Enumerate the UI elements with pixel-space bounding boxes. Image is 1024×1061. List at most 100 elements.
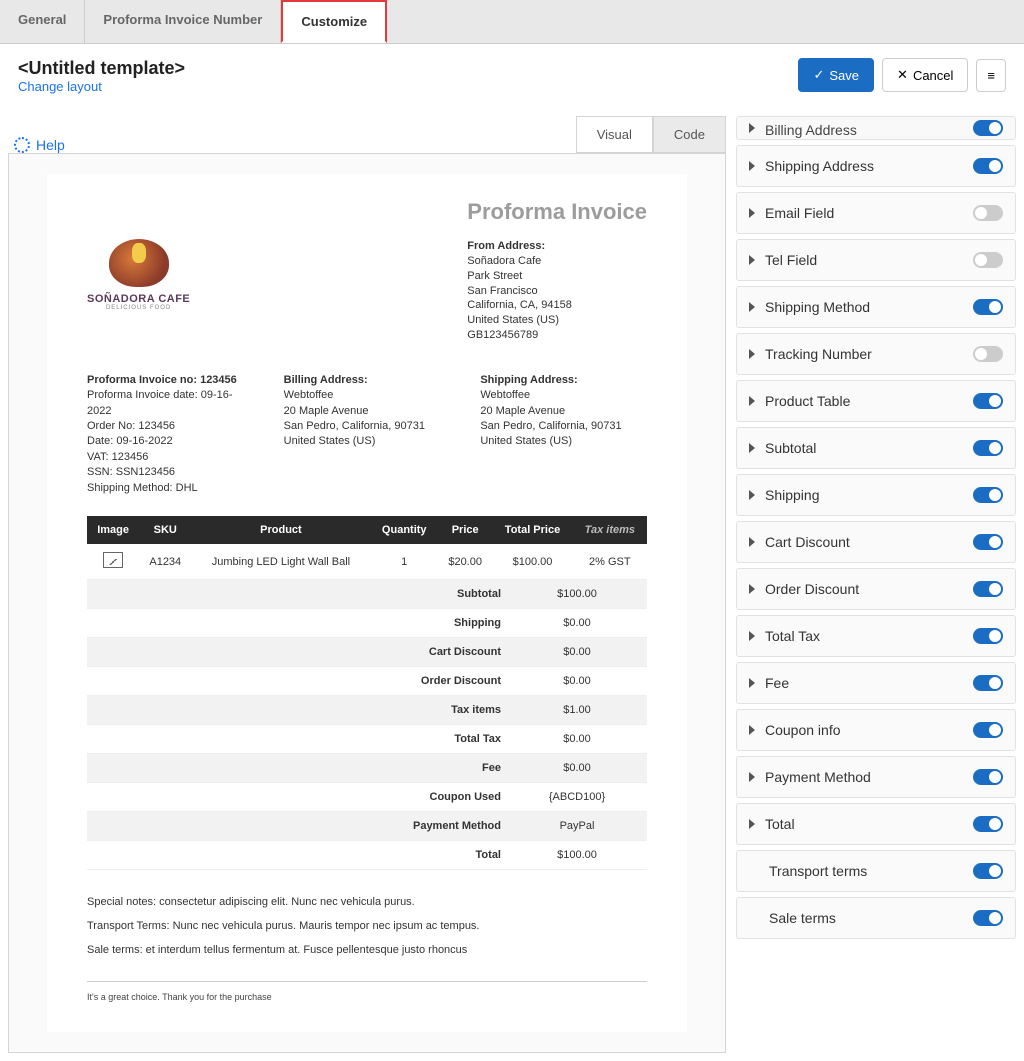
toggle-email-field[interactable]: [973, 205, 1003, 221]
toggle-total[interactable]: [973, 816, 1003, 832]
order-date: Date: 09-16-2022: [87, 434, 254, 449]
toggle-shipping-address[interactable]: [973, 158, 1003, 174]
cancel-label: Cancel: [913, 68, 953, 83]
tab-customize[interactable]: Customize: [281, 0, 387, 43]
caret-right-icon: [749, 725, 755, 735]
th-tax-items: Tax items: [573, 516, 647, 544]
menu-button[interactable]: ≡: [976, 59, 1006, 92]
sum-taxitems-label: Tax items: [87, 696, 507, 725]
sum-orderdiscount-label: Order Discount: [87, 667, 507, 696]
bill-line: San Pedro, California, 90731: [284, 419, 451, 434]
toggle-tracking-number[interactable]: [973, 346, 1003, 362]
from-line: Soñadora Cafe: [467, 254, 647, 269]
cancel-button[interactable]: ✕ Cancel: [882, 58, 968, 92]
cell-product: Jumbing LED Light Wall Ball: [191, 544, 370, 580]
view-tab-visual[interactable]: Visual: [576, 116, 653, 153]
caret-right-icon: [749, 584, 755, 594]
bill-line: 20 Maple Avenue: [284, 404, 451, 419]
top-tabs-bar: General Proforma Invoice Number Customiz…: [0, 0, 1024, 44]
thank-you-text: It's a great choice. Thank you for the p…: [87, 981, 647, 1002]
tab-general[interactable]: General: [0, 0, 85, 43]
caret-right-icon: [749, 396, 755, 406]
ship-line: Webtoffee: [480, 388, 647, 403]
cell-sku: A1234: [139, 544, 191, 580]
tab-proforma-invoice-number[interactable]: Proforma Invoice Number: [85, 0, 281, 43]
notes-block: Special notes: consectetur adipiscing el…: [87, 890, 647, 963]
view-tab-code[interactable]: Code: [653, 116, 726, 153]
billing-address: Billing Address: Webtoffee 20 Maple Aven…: [284, 373, 451, 496]
toggle-sale-terms[interactable]: [973, 910, 1003, 926]
options-panel: Billing Address Shipping Address Email F…: [736, 116, 1016, 939]
opt-subtotal[interactable]: Subtotal: [736, 427, 1016, 469]
from-line: United States (US): [467, 313, 647, 328]
opt-fee[interactable]: Fee: [736, 662, 1016, 704]
toggle-coupon-info[interactable]: [973, 722, 1003, 738]
th-image: Image: [87, 516, 139, 544]
opt-total[interactable]: Total: [736, 803, 1016, 845]
toggle-cart-discount[interactable]: [973, 534, 1003, 550]
caret-right-icon: [749, 490, 755, 500]
caret-right-icon: [749, 631, 755, 641]
save-button[interactable]: ✓ Save: [798, 58, 874, 92]
toggle-shipping[interactable]: [973, 487, 1003, 503]
opt-cart-discount[interactable]: Cart Discount: [736, 521, 1016, 563]
sum-shipping-label: Shipping: [87, 609, 507, 638]
change-layout-link[interactable]: Change layout: [18, 79, 102, 94]
toggle-shipping-method[interactable]: [973, 299, 1003, 315]
sum-fee-value: $0.00: [507, 754, 647, 783]
table-row: A1234 Jumbing LED Light Wall Ball 1 $20.…: [87, 544, 647, 580]
cell-tax: 2% GST: [573, 544, 647, 580]
toggle-fee[interactable]: [973, 675, 1003, 691]
toggle-transport-terms[interactable]: [973, 863, 1003, 879]
caret-right-icon: [749, 772, 755, 782]
from-line: California, CA, 94158: [467, 298, 647, 313]
opt-label: Product Table: [765, 393, 850, 409]
caret-right-icon: [749, 349, 755, 359]
opt-product-table[interactable]: Product Table: [736, 380, 1016, 422]
toggle-subtotal[interactable]: [973, 440, 1003, 456]
sum-payment-value: PayPal: [507, 812, 647, 841]
shipping-address: Shipping Address: Webtoffee 20 Maple Ave…: [480, 373, 647, 496]
opt-label: Transport terms: [769, 863, 867, 879]
caret-right-icon: [749, 302, 755, 312]
toggle-payment-method[interactable]: [973, 769, 1003, 785]
toggle-product-table[interactable]: [973, 393, 1003, 409]
sum-totaltax-label: Total Tax: [87, 725, 507, 754]
opt-label: Coupon info: [765, 722, 841, 738]
opt-label: Fee: [765, 675, 789, 691]
opt-transport-terms[interactable]: Transport terms: [736, 850, 1016, 892]
invoice-no: Proforma Invoice no: 123456: [87, 373, 254, 388]
toggle-total-tax[interactable]: [973, 628, 1003, 644]
vat-no: VAT: 123456: [87, 450, 254, 465]
opt-total-tax[interactable]: Total Tax: [736, 615, 1016, 657]
opt-tel-field[interactable]: Tel Field: [736, 239, 1016, 281]
save-label: Save: [829, 68, 859, 83]
company-logo: SOÑADORA CAFE DELICIOUS FOOD: [87, 199, 190, 343]
help-link[interactable]: Help: [8, 137, 65, 153]
opt-shipping-address[interactable]: Shipping Address: [736, 145, 1016, 187]
opt-coupon-info[interactable]: Coupon info: [736, 709, 1016, 751]
opt-email-field[interactable]: Email Field: [736, 192, 1016, 234]
opt-label: Shipping: [765, 487, 820, 503]
opt-sale-terms[interactable]: Sale terms: [736, 897, 1016, 939]
toggle-billing-address[interactable]: [973, 120, 1003, 136]
opt-label: Shipping Method: [765, 299, 870, 315]
opt-label: Cart Discount: [765, 534, 850, 550]
th-total-price: Total Price: [492, 516, 572, 544]
toggle-order-discount[interactable]: [973, 581, 1003, 597]
opt-payment-method[interactable]: Payment Method: [736, 756, 1016, 798]
cell-price: $20.00: [438, 544, 492, 580]
opt-order-discount[interactable]: Order Discount: [736, 568, 1016, 610]
toggle-tel-field[interactable]: [973, 252, 1003, 268]
sum-total-label: Total: [87, 841, 507, 870]
cell-total: $100.00: [492, 544, 572, 580]
th-price: Price: [438, 516, 492, 544]
bill-line: Webtoffee: [284, 388, 451, 403]
opt-billing-address[interactable]: Billing Address: [736, 116, 1016, 140]
caret-right-icon: [749, 255, 755, 265]
document-title: Proforma Invoice: [467, 199, 647, 225]
shipping-label: Shipping Address:: [480, 373, 647, 388]
opt-tracking-number[interactable]: Tracking Number: [736, 333, 1016, 375]
opt-shipping-method[interactable]: Shipping Method: [736, 286, 1016, 328]
opt-shipping[interactable]: Shipping: [736, 474, 1016, 516]
